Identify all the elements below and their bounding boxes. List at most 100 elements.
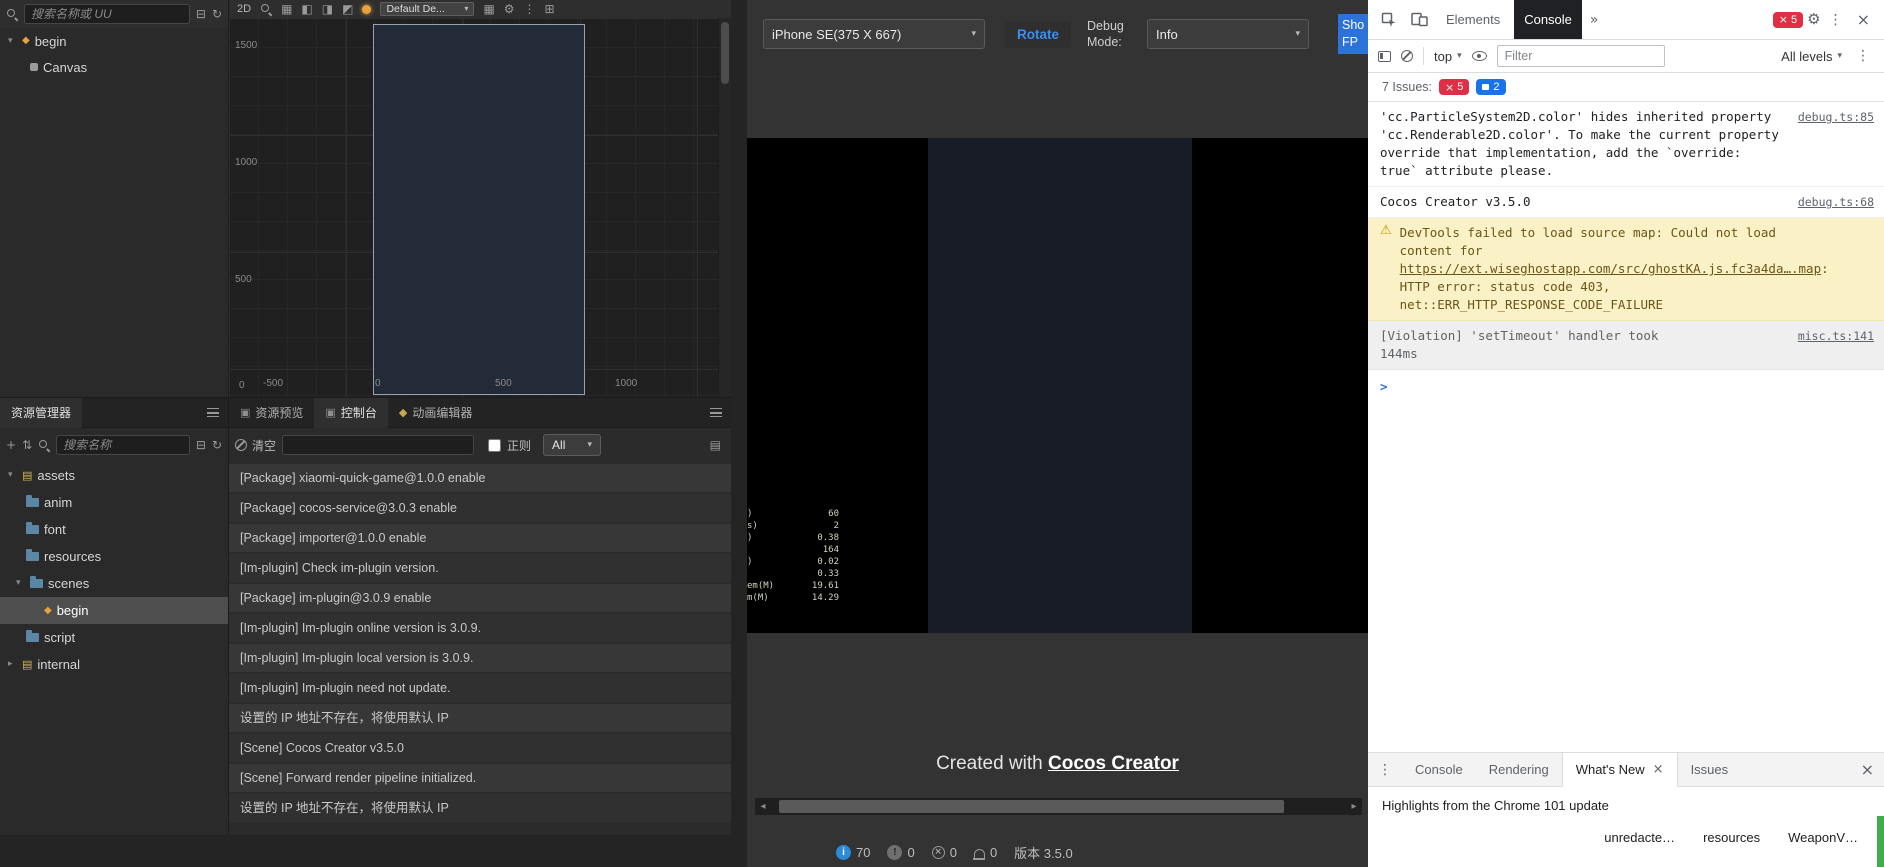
scene-viewport[interactable]: 1500 1000 500 0 -500 0 500 1000 bbox=[229, 18, 718, 397]
export-log-icon[interactable]: ▤ bbox=[710, 439, 721, 451]
tab-console[interactable]: Console bbox=[1514, 0, 1582, 39]
tab-asset-preview[interactable]: ▣ 资源预览 bbox=[229, 398, 314, 428]
add-asset-icon[interactable]: + bbox=[6, 439, 16, 451]
log-row[interactable]: [Package] importer@1.0.0 enable bbox=[229, 524, 731, 552]
log-row[interactable]: [Package] im-plugin@3.0.9 enable bbox=[229, 584, 731, 612]
log-level-select[interactable]: All ▾ bbox=[543, 434, 602, 456]
game-viewport[interactable]: ) 60 s) 2 ) 0.38 164 ) 0.02 0.33 em(M) 19.61 … bbox=[747, 138, 1368, 633]
source-map-url-link[interactable]: https://ext.wiseghostapp.com/src/ghostKA… bbox=[1400, 261, 1821, 276]
regex-checkbox[interactable] bbox=[488, 438, 502, 452]
close-devtools-icon[interactable]: × bbox=[1851, 11, 1876, 28]
info-count-badge[interactable]: i 70 bbox=[836, 845, 870, 860]
layout-icon[interactable]: ⊞ bbox=[545, 3, 555, 15]
render-preset-select[interactable]: Default De... ▾ bbox=[380, 2, 475, 16]
source-link[interactable]: debug.ts:85 bbox=[1798, 108, 1874, 126]
scroll-left-icon[interactable]: ◂ bbox=[755, 801, 771, 812]
device-select[interactable]: iPhone SE(375 X 667) ▾ bbox=[763, 19, 985, 49]
cocos-creator-link[interactable]: Cocos Creator bbox=[1048, 753, 1179, 774]
hierarchy-search-input[interactable] bbox=[24, 4, 190, 24]
more-icon[interactable]: ⋮ bbox=[524, 3, 536, 15]
inspect-element-icon[interactable] bbox=[1376, 6, 1402, 34]
device-toolbar-icon[interactable] bbox=[1406, 6, 1432, 34]
settings-gear-icon[interactable]: ⚙ bbox=[1807, 12, 1820, 27]
hierarchy-node-canvas[interactable]: Canvas bbox=[0, 54, 228, 80]
panel-menu-icon[interactable] bbox=[207, 408, 219, 417]
console-filter-input[interactable] bbox=[1496, 45, 1665, 67]
source-link[interactable]: debug.ts:68 bbox=[1798, 193, 1874, 211]
close-drawer-icon[interactable]: × bbox=[1851, 761, 1884, 778]
scroll-right-icon[interactable]: ▸ bbox=[1346, 801, 1362, 812]
rotate-tool-icon[interactable]: ◨ bbox=[322, 3, 333, 15]
show-fps-button[interactable]: Sho FP bbox=[1338, 14, 1368, 54]
log-row[interactable]: [Scene] Cocos Creator v3.5.0 bbox=[229, 734, 731, 762]
tree-item-resources[interactable]: resources bbox=[0, 543, 228, 570]
drawer-tab-whats-new[interactable]: What's New × bbox=[1561, 752, 1678, 787]
log-row[interactable]: 设置的 IP 地址不存在，将使用默认 IP bbox=[229, 704, 731, 732]
console-prompt[interactable]: > bbox=[1368, 370, 1884, 404]
drawer-more-icon[interactable]: ⋮ bbox=[1368, 763, 1402, 777]
log-row[interactable]: [Im-plugin] Im-plugin online version is … bbox=[229, 614, 731, 642]
console-sidebar-icon[interactable] bbox=[1378, 50, 1391, 62]
drawer-tab-rendering[interactable]: Rendering bbox=[1476, 753, 1562, 787]
js-context-select[interactable]: top ▾ bbox=[1434, 49, 1462, 64]
design-canvas[interactable] bbox=[373, 24, 585, 395]
more-tabs-icon[interactable]: » bbox=[1586, 13, 1603, 27]
error-count-badge[interactable]: × 5 bbox=[1772, 11, 1804, 28]
tree-item-assets[interactable]: ▾ ▤ assets bbox=[0, 462, 228, 489]
drawer-tab-console[interactable]: Console bbox=[1402, 753, 1476, 787]
expand-collapse-icon[interactable]: ⊟ bbox=[196, 8, 206, 20]
chevron-down-icon[interactable]: ▾ bbox=[8, 36, 17, 46]
panel-menu-icon[interactable] bbox=[710, 408, 722, 417]
log-row[interactable]: [Im-plugin] Im-plugin need not update. bbox=[229, 674, 731, 702]
tree-item-font[interactable]: font bbox=[0, 516, 228, 543]
scrollbar-thumb[interactable] bbox=[779, 800, 1284, 813]
scrollbar-thumb[interactable] bbox=[721, 22, 729, 84]
bottom-item[interactable]: WeaponV… bbox=[1788, 830, 1858, 845]
source-link[interactable]: misc.ts:141 bbox=[1798, 327, 1874, 345]
tab-assets-manager[interactable]: 资源管理器 bbox=[0, 397, 83, 428]
console-settings-icon[interactable]: ⋮ bbox=[1852, 49, 1874, 63]
game-canvas[interactable] bbox=[928, 138, 1192, 633]
chevron-down-icon[interactable]: ▾ bbox=[16, 579, 25, 588]
console-filter-input[interactable] bbox=[282, 435, 475, 455]
debug-mode-select[interactable]: Info ▾ bbox=[1147, 19, 1310, 49]
grid-tool-icon[interactable]: ▦ bbox=[281, 3, 292, 15]
bottom-item[interactable]: unredacte… bbox=[1604, 830, 1675, 845]
chevron-down-icon[interactable]: ▾ bbox=[8, 471, 17, 480]
tree-item-begin[interactable]: ◆ begin bbox=[0, 597, 228, 624]
mode-2d-button[interactable]: 2D bbox=[237, 3, 251, 15]
tab-elements[interactable]: Elements bbox=[1436, 0, 1510, 39]
rotate-button[interactable]: Rotate bbox=[1005, 20, 1072, 48]
gizmo-highlight-icon[interactable] bbox=[362, 4, 372, 14]
horizontal-scrollbar[interactable]: ◂ ▸ bbox=[755, 798, 1362, 815]
tree-item-anim[interactable]: anim bbox=[0, 489, 228, 516]
scrollbar-track[interactable] bbox=[771, 798, 1346, 815]
drawer-tab-issues[interactable]: Issues bbox=[1678, 753, 1742, 787]
tree-item-internal[interactable]: ▸ ▤ internal bbox=[0, 651, 228, 678]
tab-animation-editor[interactable]: ◆ 动画编辑器 bbox=[388, 398, 483, 428]
log-row[interactable]: [Im-plugin] Im-plugin local version is 3… bbox=[229, 644, 731, 672]
sort-icon[interactable]: ⇅ bbox=[22, 439, 32, 451]
issues-bar[interactable]: 7 Issues: × 5 2 bbox=[1368, 73, 1884, 102]
log-row[interactable]: 设置的 IP 地址不存在，将使用默认 IP bbox=[229, 794, 731, 822]
log-row[interactable]: [Scene] Forward render pipeline initiali… bbox=[229, 764, 731, 792]
bottom-item[interactable]: resources bbox=[1703, 830, 1760, 845]
error-count-badge[interactable]: × 0 bbox=[931, 845, 957, 860]
zoom-icon[interactable] bbox=[260, 3, 272, 15]
scene-vertical-scrollbar[interactable] bbox=[718, 18, 731, 397]
grid-toggle-icon[interactable]: ▦ bbox=[483, 3, 494, 15]
assets-search-input[interactable] bbox=[56, 435, 190, 455]
refresh-icon[interactable]: ↻ bbox=[212, 439, 222, 451]
hierarchy-node-begin[interactable]: ▾ ◆ begin bbox=[0, 28, 228, 54]
scale-tool-icon[interactable]: ◩ bbox=[342, 3, 353, 15]
chevron-right-icon[interactable]: ▸ bbox=[8, 660, 17, 669]
refresh-icon[interactable]: ↻ bbox=[212, 8, 222, 20]
tab-console[interactable]: ▣ 控制台 bbox=[314, 398, 388, 428]
log-row[interactable]: [Package] xiaomi-quick-game@1.0.0 enable bbox=[229, 464, 731, 492]
more-options-icon[interactable]: ⋮ bbox=[1825, 13, 1847, 27]
tree-item-script[interactable]: script bbox=[0, 624, 228, 651]
notification-badge[interactable]: 0 bbox=[972, 845, 997, 860]
tree-item-scenes[interactable]: ▾ scenes bbox=[0, 570, 228, 597]
settings-gear-icon[interactable]: ⚙ bbox=[504, 3, 515, 15]
log-row[interactable]: [Im-plugin] Check im-plugin version. bbox=[229, 554, 731, 582]
